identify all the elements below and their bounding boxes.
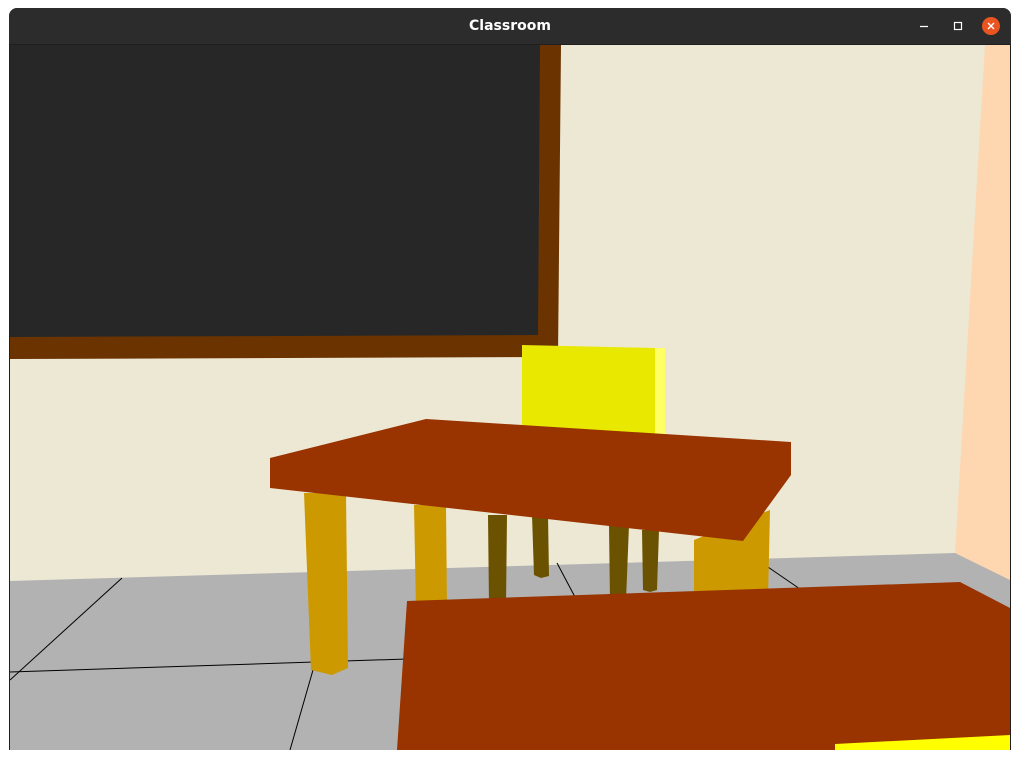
classroom-scene	[10, 45, 1010, 750]
chair-back-side	[655, 348, 665, 439]
3d-scene-viewport[interactable]	[10, 45, 1010, 750]
chair-back	[522, 345, 655, 439]
maximize-button[interactable]	[949, 17, 967, 35]
chalkboard	[10, 45, 540, 337]
close-icon	[987, 22, 995, 30]
window-title: Classroom	[469, 18, 551, 34]
foreground-desk	[397, 582, 1010, 750]
close-button[interactable]	[982, 17, 1000, 35]
title-bar[interactable]: Classroom	[9, 8, 1011, 44]
maximize-icon	[953, 21, 963, 31]
minimize-icon	[920, 25, 928, 28]
app-window: Classroom	[9, 8, 1011, 750]
minimize-button[interactable]	[915, 17, 933, 35]
